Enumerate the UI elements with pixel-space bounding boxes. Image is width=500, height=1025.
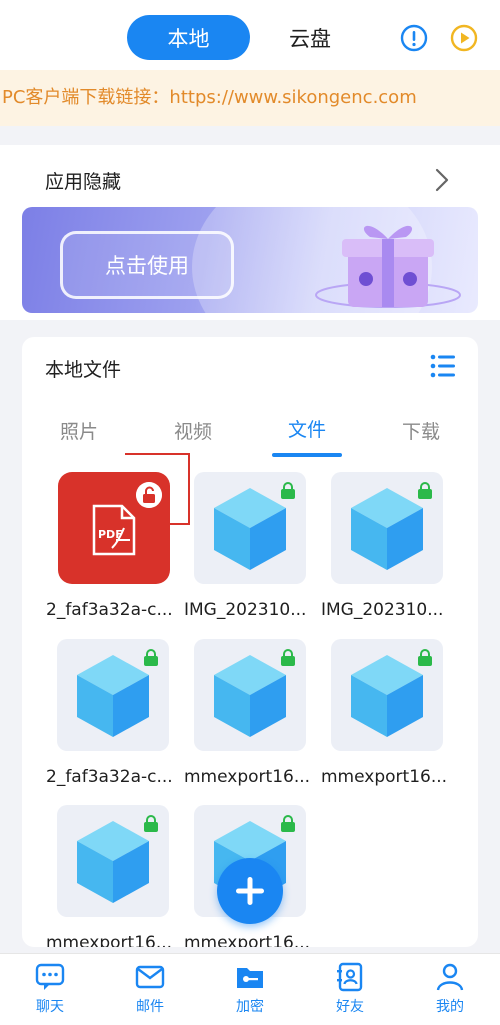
cube-file-icon bbox=[214, 655, 286, 737]
file-tile[interactable] bbox=[194, 639, 306, 751]
tab-files[interactable]: 文件 bbox=[272, 415, 342, 442]
folder-key-icon bbox=[237, 968, 263, 988]
nav-encrypt[interactable]: 加密 bbox=[210, 962, 290, 1016]
file-tile[interactable] bbox=[57, 639, 169, 751]
cube-file-icon bbox=[77, 655, 149, 737]
active-tab-indicator bbox=[272, 453, 342, 457]
contacts-icon bbox=[337, 962, 363, 992]
promo-banner[interactable]: 点击使用 bbox=[22, 207, 478, 313]
app-hide-title[interactable]: 应用隐藏 bbox=[45, 167, 121, 194]
tab-cloud[interactable]: 云盘 bbox=[270, 15, 350, 60]
plus-icon bbox=[236, 877, 264, 905]
file-name: 2_faf3a32a-c... bbox=[46, 600, 173, 620]
file-tile[interactable] bbox=[331, 472, 443, 584]
lock-icon bbox=[281, 482, 295, 499]
tab-downloads[interactable]: 下载 bbox=[386, 417, 456, 444]
cube-file-icon bbox=[351, 655, 423, 737]
add-button[interactable] bbox=[217, 858, 283, 924]
nav-profile[interactable]: 我的 bbox=[410, 962, 490, 1016]
try-now-button[interactable]: 点击使用 bbox=[60, 231, 234, 299]
mail-icon bbox=[135, 965, 165, 989]
file-name: mmexport16... bbox=[46, 933, 173, 947]
file-name: IMG_202310... bbox=[184, 600, 307, 620]
nav-label: 加密 bbox=[236, 999, 264, 1015]
tab-videos[interactable]: 视频 bbox=[158, 417, 228, 444]
bottom-nav: 聊天 邮件 加密 好友 我的 bbox=[0, 953, 500, 1025]
play-circle-icon[interactable] bbox=[450, 24, 478, 52]
chat-icon bbox=[35, 963, 65, 990]
file-tile[interactable] bbox=[194, 472, 306, 584]
file-name: 2_faf3a32a-c... bbox=[46, 767, 173, 787]
nav-label: 邮件 bbox=[136, 999, 164, 1015]
file-tile-pdf[interactable]: PDF bbox=[58, 472, 170, 584]
cube-file-icon bbox=[351, 488, 423, 570]
file-name: mmexport16... bbox=[184, 767, 311, 787]
gift-box-icon bbox=[315, 225, 461, 308]
nav-chat[interactable]: 聊天 bbox=[10, 962, 90, 1016]
cube-file-icon bbox=[214, 488, 286, 570]
pdf-icon: PDF bbox=[92, 504, 136, 556]
lock-icon bbox=[281, 649, 295, 666]
chevron-right-icon[interactable] bbox=[433, 167, 451, 193]
lock-icon bbox=[144, 815, 158, 832]
nav-label: 聊天 bbox=[36, 999, 64, 1015]
file-name: mmexport16... bbox=[321, 767, 448, 787]
download-link-banner[interactable]: PC客户端下载链接：https://www.sikongenc.com bbox=[0, 70, 500, 126]
nav-label: 我的 bbox=[436, 999, 464, 1015]
lock-icon bbox=[418, 482, 432, 499]
lock-icon bbox=[144, 649, 158, 666]
file-tile[interactable] bbox=[57, 805, 169, 917]
info-circle-icon[interactable] bbox=[400, 24, 428, 52]
nav-label: 好友 bbox=[336, 999, 364, 1015]
unlock-icon bbox=[136, 482, 162, 508]
app-hide-card: 应用隐藏 点击使用 bbox=[0, 145, 500, 320]
file-tile[interactable] bbox=[331, 639, 443, 751]
local-files-title: 本地文件 bbox=[45, 359, 122, 381]
file-name: mmexport16... bbox=[184, 933, 311, 947]
person-icon bbox=[436, 963, 464, 991]
top-bar: 本地 云盘 bbox=[0, 0, 500, 70]
lock-icon bbox=[418, 649, 432, 666]
cube-file-icon bbox=[77, 821, 149, 903]
list-view-icon[interactable] bbox=[430, 354, 456, 378]
local-files-card: 本地文件 照片 视频 文件 下载 PDF 2_faf3a32a-c... IMG… bbox=[22, 337, 478, 947]
tab-photos[interactable]: 照片 bbox=[44, 417, 114, 444]
nav-friends[interactable]: 好友 bbox=[310, 962, 390, 1016]
tab-local[interactable]: 本地 bbox=[127, 15, 250, 60]
file-name: IMG_202310... bbox=[321, 600, 444, 620]
nav-mail[interactable]: 邮件 bbox=[110, 962, 190, 1016]
lock-icon bbox=[281, 815, 295, 832]
